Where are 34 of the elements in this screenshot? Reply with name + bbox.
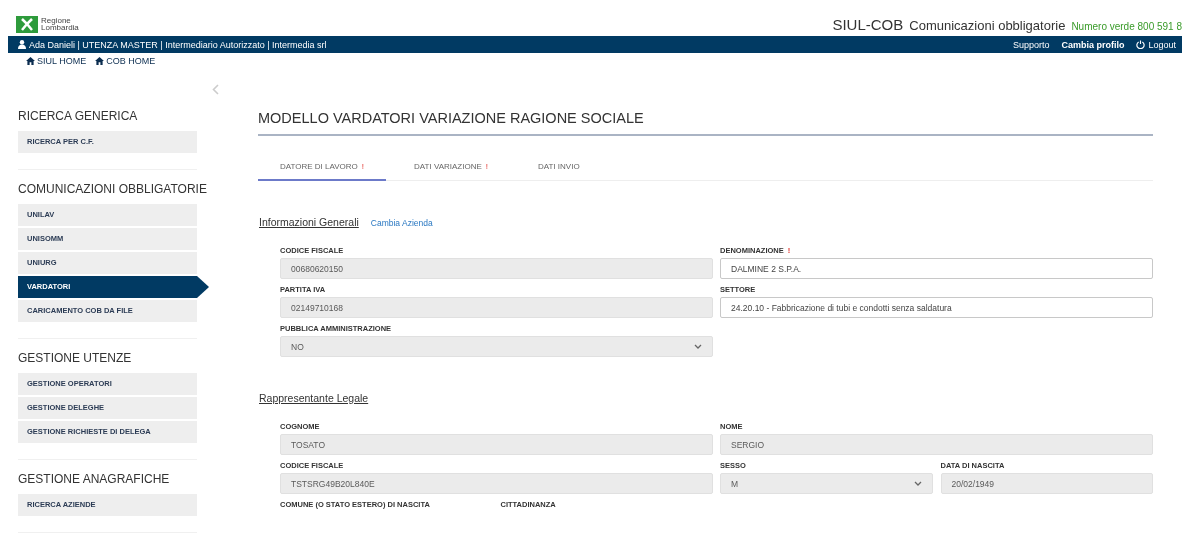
user-icon <box>18 40 26 49</box>
tab[interactable]: DATORE DI LAVORO ! <box>258 158 387 181</box>
input-field[interactable]: 24.20.10 - Fabbricazione di tubi e condotti senza saldatura <box>720 297 1153 318</box>
tab[interactable]: DATI INVIO <box>516 158 602 181</box>
nav-link[interactable]: Cambia profilo <box>1061 39 1125 50</box>
logo-icon <box>16 15 38 33</box>
hotline-text: Numero verde 800 591 8 <box>1071 20 1182 32</box>
power-icon <box>1136 40 1146 49</box>
nav-link[interactable]: Supporto <box>1012 39 1050 50</box>
chevron-down-icon <box>913 481 922 486</box>
collapse-chevron-icon[interactable] <box>212 84 219 95</box>
user-info: Ada Danieli | UTENZA MASTER | Intermediario Autorizzato | Intermedia srl <box>29 39 327 50</box>
app-title: SIUL-COB <box>832 15 904 33</box>
change-company-link[interactable]: Cambia Azienda <box>370 218 433 228</box>
sidebar-section-title: COMUNICAZIONI OBBLIGATORIE <box>18 182 207 196</box>
input-field[interactable]: DALMINE 2 S.P.A. <box>720 258 1153 279</box>
breadcrumb-link[interactable]: SIUL HOME <box>26 56 87 66</box>
sidebar-section-title: RICERCA GENERICA <box>18 109 138 123</box>
chevron-down-icon <box>694 344 702 349</box>
home-icon <box>95 57 105 65</box>
tab[interactable]: DATI VARIAZIONE ! <box>392 158 510 181</box>
section-title: Informazioni Generali <box>259 216 359 228</box>
breadcrumb-link[interactable]: COB HOME <box>95 56 156 66</box>
page-title: MODELLO VARDATORI VARIAZIONE RAGIONE SOCIALE <box>258 110 1153 136</box>
logout-link[interactable]: Logout <box>1136 39 1176 50</box>
warning-mark: ! <box>361 162 365 171</box>
section-title: Rappresentante Legale <box>259 392 369 404</box>
logo-text: Regione <box>41 17 72 24</box>
sidebar-section-title: GESTIONE UTENZE <box>18 351 132 365</box>
warning-mark: ! <box>485 162 488 171</box>
app-subtitle: Comunicazioni obbligatorie <box>909 17 1066 33</box>
sidebar-section-title: GESTIONE ANAGRAFICHE <box>18 472 170 486</box>
logo-text: Lombardia <box>41 24 79 31</box>
home-icon <box>26 57 35 65</box>
